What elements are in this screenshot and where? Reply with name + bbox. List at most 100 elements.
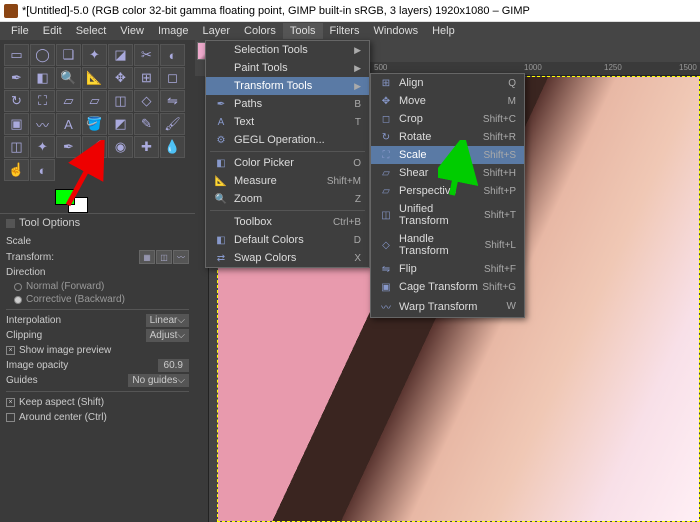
menu-label: Transform Tools	[234, 80, 354, 92]
menu-layer[interactable]: Layer	[196, 23, 238, 39]
show-preview-check[interactable]: ×Show image preview	[6, 343, 189, 358]
tool-paintbrush[interactable]: 🖌	[160, 113, 185, 135]
tool-airbrush[interactable]: ✦	[30, 136, 55, 158]
image-opacity-row[interactable]: Image opacity 60.9	[6, 358, 189, 373]
tools-menu-text[interactable]: ATextT	[206, 113, 369, 131]
tool-align[interactable]: ⊞	[134, 67, 159, 89]
tools-menu-transform-tools[interactable]: Transform Tools▶	[206, 77, 369, 95]
transform-menu-handle-transform[interactable]: ◇Handle TransformShift+L	[371, 230, 524, 260]
tool-ink[interactable]: ✒	[56, 136, 81, 158]
tool-text[interactable]: A	[56, 113, 81, 135]
menu-tools[interactable]: Tools	[283, 23, 323, 39]
tool-measure[interactable]: 📐	[82, 67, 107, 89]
menu-image[interactable]: Image	[151, 23, 196, 39]
menu-icon: 🔍	[214, 194, 228, 205]
tool-free-select[interactable]: ❑	[56, 44, 81, 66]
tools-menu-paths[interactable]: ✒PathsB	[206, 95, 369, 113]
tool-move[interactable]: ✥	[108, 67, 133, 89]
app-icon	[4, 4, 18, 18]
tool-smudge[interactable]: ☝	[4, 159, 29, 181]
tool-rect-select[interactable]: ▭	[4, 44, 29, 66]
menu-shortcut: Shift+L	[485, 240, 516, 251]
transform-layer-icon[interactable]: ▦	[139, 250, 155, 264]
transform-menu-move[interactable]: ✥MoveM	[371, 92, 524, 110]
tool-cage[interactable]: ▣	[4, 113, 29, 135]
menu-help[interactable]: Help	[425, 23, 462, 39]
tool-rotate[interactable]: ↻	[4, 90, 29, 112]
transform-menu-unified-transform[interactable]: ◫Unified TransformShift+T	[371, 200, 524, 230]
tool-blur[interactable]: 💧	[160, 136, 185, 158]
transform-selection-icon[interactable]: ◫	[156, 250, 172, 264]
tool-warp[interactable]: 〰	[30, 113, 55, 135]
tool-gradient[interactable]: ◩	[108, 113, 133, 135]
guides-row[interactable]: Guides No guides ⌵	[6, 373, 189, 388]
tool-ellipse-select[interactable]: ◯	[30, 44, 55, 66]
tool-handle[interactable]: ◇	[134, 90, 159, 112]
fg-color-swatch[interactable]	[55, 189, 75, 205]
tool-crop[interactable]: ◻	[160, 67, 185, 89]
tool-bucket[interactable]: 🪣	[82, 113, 107, 135]
tools-menu-paint-tools[interactable]: Paint Tools▶	[206, 59, 369, 77]
tool-fuzzy-select[interactable]: ✦	[82, 44, 107, 66]
transform-path-icon[interactable]: 〰	[173, 250, 189, 264]
clipping-row[interactable]: Clipping Adjust ⌵	[6, 328, 189, 343]
transform-menu-shear[interactable]: ▱ShearShift+H	[371, 164, 524, 182]
menu-file[interactable]: File	[4, 23, 36, 39]
menu-label: Swap Colors	[234, 252, 354, 264]
tools-menu-toolbox[interactable]: ToolboxCtrl+B	[206, 213, 369, 231]
tool-eraser[interactable]: ◫	[4, 136, 29, 158]
menu-label: Shear	[399, 167, 483, 179]
tool-options-header: Tool Options	[0, 213, 195, 232]
tool-foreground[interactable]: ◐	[160, 44, 185, 66]
tools-menu-color-picker[interactable]: ◧Color PickerO	[206, 154, 369, 172]
menu-shortcut: B	[354, 99, 361, 110]
menu-shortcut: Q	[508, 78, 516, 89]
menu-shortcut: Z	[355, 194, 361, 205]
tools-menu-default-colors[interactable]: ◧Default ColorsD	[206, 231, 369, 249]
tool-zoom[interactable]: 🔍	[56, 67, 81, 89]
menu-view[interactable]: View	[113, 23, 151, 39]
transform-menu-warp-transform[interactable]: 〰Warp TransformW	[371, 296, 524, 317]
tool-perspective[interactable]: ▱	[82, 90, 107, 112]
color-selector[interactable]	[0, 185, 195, 213]
tool-scissors[interactable]: ✂	[134, 44, 159, 66]
direction-normal-radio[interactable]: Normal (Forward)	[6, 280, 189, 293]
interpolation-row[interactable]: Interpolation Linear ⌵	[6, 313, 189, 328]
menu-edit[interactable]: Edit	[36, 23, 69, 39]
tool-color-picker[interactable]: ◧	[30, 67, 55, 89]
tool-unified[interactable]: ◫	[108, 90, 133, 112]
tool-paths[interactable]: ✒	[4, 67, 29, 89]
transform-menu-cage-transform[interactable]: ▣Cage TransformShift+G	[371, 278, 524, 296]
menu-colors[interactable]: Colors	[237, 23, 283, 39]
menu-select[interactable]: Select	[69, 23, 114, 39]
tool-shear[interactable]: ▱	[56, 90, 81, 112]
direction-label: Direction	[6, 265, 189, 280]
tools-menu-measure[interactable]: 📐MeasureShift+M	[206, 172, 369, 190]
transform-menu-scale[interactable]: ⛶ScaleShift+S	[371, 146, 524, 164]
transform-menu-rotate[interactable]: ↻RotateShift+R	[371, 128, 524, 146]
around-center-check[interactable]: Around center (Ctrl)	[6, 410, 189, 425]
tool-by-color[interactable]: ◪	[108, 44, 133, 66]
menu-shortcut: Shift+F	[484, 264, 516, 275]
direction-corrective-radio[interactable]: Corrective (Backward)	[6, 293, 189, 306]
menu-filters[interactable]: Filters	[323, 23, 367, 39]
tool-heal[interactable]: ✚	[134, 136, 159, 158]
tools-menu-selection-tools[interactable]: Selection Tools▶	[206, 41, 369, 59]
tool-flip[interactable]: ⇋	[160, 90, 185, 112]
keep-aspect-check[interactable]: ×Keep aspect (Shift)	[6, 395, 189, 410]
tool-clone[interactable]: ◉	[108, 136, 133, 158]
transform-menu-align[interactable]: ⊞AlignQ	[371, 74, 524, 92]
transform-menu-perspective[interactable]: ▱PerspectiveShift+P	[371, 182, 524, 200]
tools-menu-swap-colors[interactable]: ⇄Swap ColorsX	[206, 249, 369, 267]
tool-dodge[interactable]: ◐	[30, 159, 55, 181]
tool-scale[interactable]: ⛶	[30, 90, 55, 112]
transform-menu-flip[interactable]: ⇋FlipShift+F	[371, 260, 524, 278]
menu-label: Move	[399, 95, 508, 107]
menu-label: Paths	[234, 98, 354, 110]
transform-menu-crop[interactable]: ◻CropShift+C	[371, 110, 524, 128]
tool-pencil[interactable]: ✎	[134, 113, 159, 135]
tools-menu-gegl-operation-[interactable]: ⚙GEGL Operation...	[206, 131, 369, 149]
menu-windows[interactable]: Windows	[366, 23, 425, 39]
tools-menu-zoom[interactable]: 🔍ZoomZ	[206, 190, 369, 208]
tool-mypaint[interactable]: 🖌	[82, 136, 107, 158]
